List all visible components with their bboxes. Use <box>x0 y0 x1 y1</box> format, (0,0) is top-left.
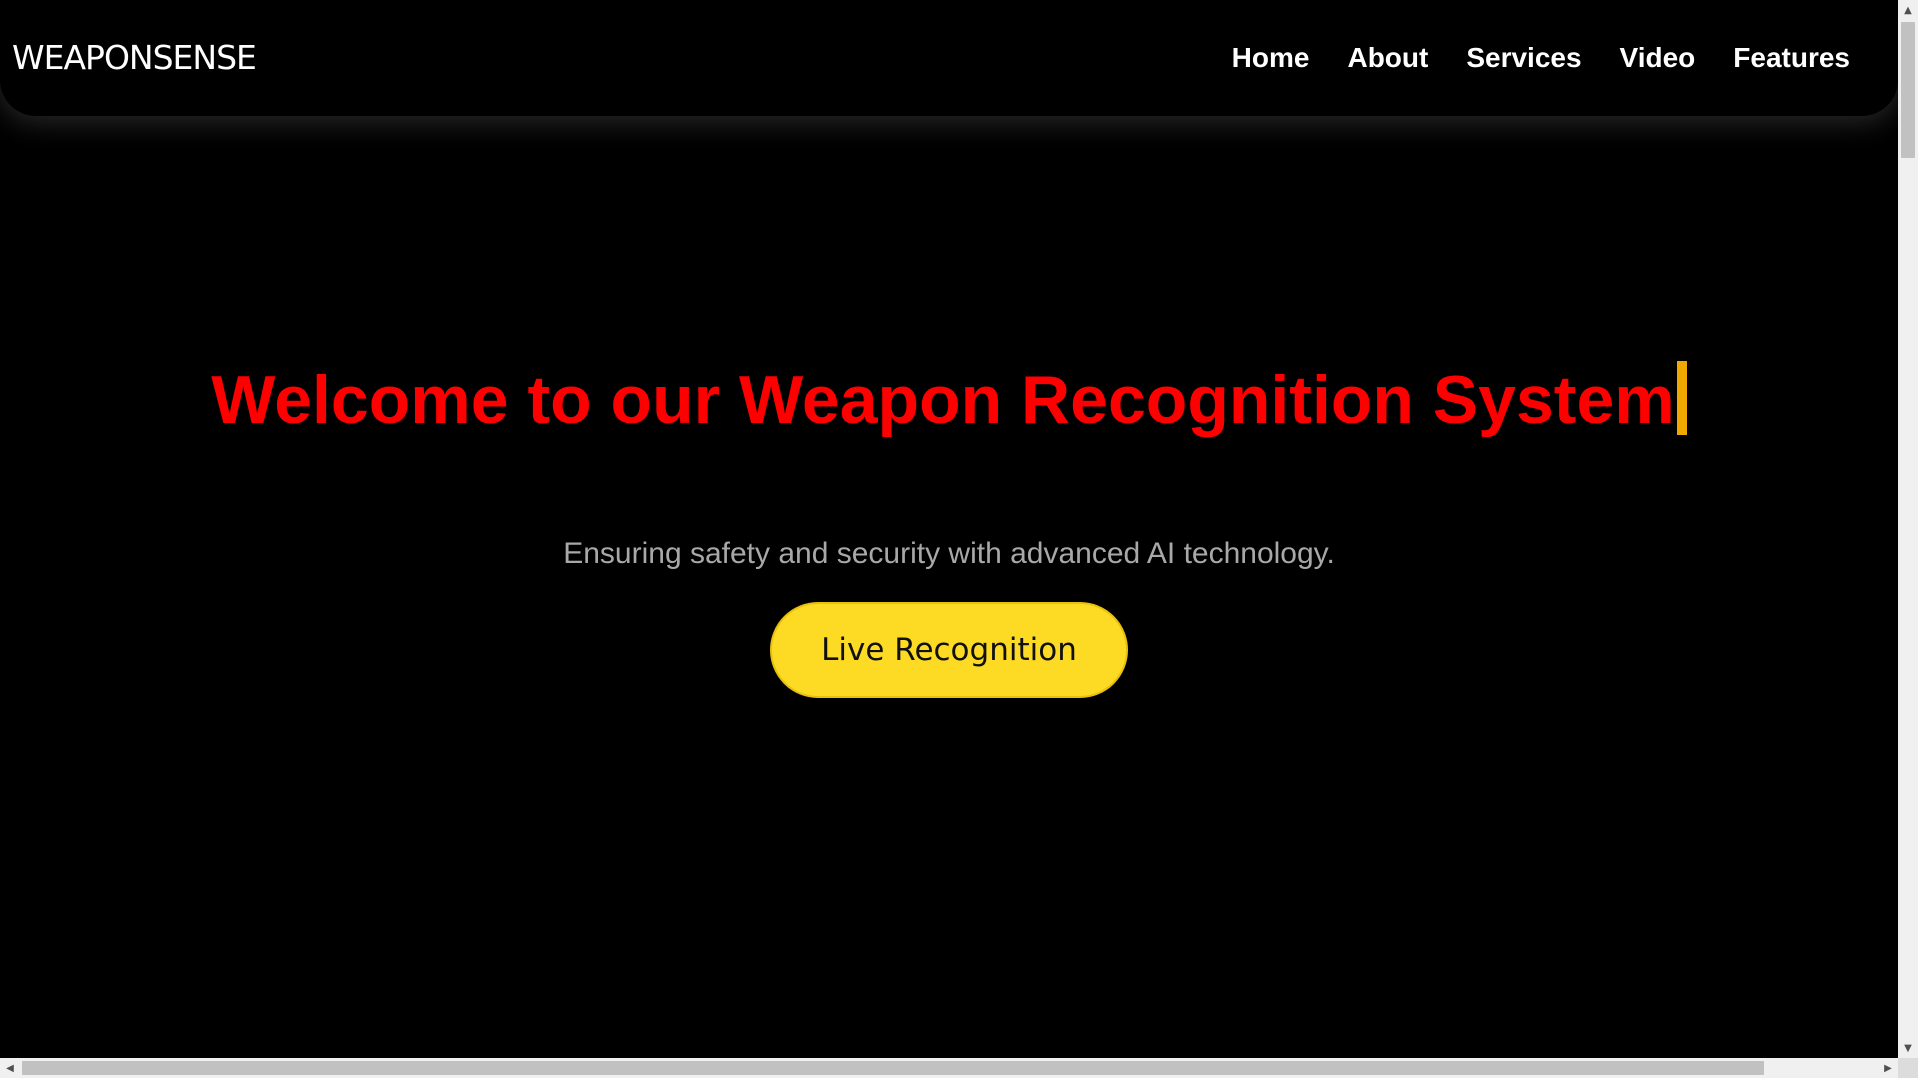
live-recognition-button[interactable]: Live Recognition <box>770 602 1128 698</box>
nav-link-home[interactable]: Home <box>1232 38 1310 78</box>
typing-caret <box>1676 361 1687 435</box>
hero-section: Welcome to our Weapon Recognition System… <box>0 116 1898 1058</box>
nav-link-features[interactable]: Features <box>1733 38 1850 78</box>
nav-link-about[interactable]: About <box>1347 38 1428 78</box>
hero-title-text: Welcome to our Weapon Recognition System <box>211 362 1675 438</box>
nav-links: Home About Services Video Features <box>1232 38 1850 78</box>
horizontal-scrollbar[interactable]: ◀ ▶ <box>0 1058 1898 1078</box>
nav-link-video[interactable]: Video <box>1620 38 1696 78</box>
arrow-up-icon[interactable]: ▲ <box>1898 0 1918 20</box>
arrow-down-icon[interactable]: ▼ <box>1898 1038 1918 1058</box>
hero-title: Welcome to our Weapon Recognition System <box>0 358 1898 442</box>
nav-link-services[interactable]: Services <box>1466 38 1581 78</box>
page-viewport: WEAPONSENSE Home About Services Video Fe… <box>0 0 1898 1058</box>
vertical-scroll-thumb[interactable] <box>1901 22 1915 158</box>
arrow-right-icon[interactable]: ▶ <box>1878 1058 1898 1078</box>
horizontal-scroll-thumb[interactable] <box>22 1061 1764 1075</box>
arrow-left-icon[interactable]: ◀ <box>0 1058 20 1078</box>
hero-subtitle: Ensuring safety and security with advanc… <box>563 537 1335 570</box>
vertical-scrollbar[interactable]: ▲ ▼ <box>1898 0 1918 1058</box>
site-logo[interactable]: WEAPONSENSE <box>12 36 257 80</box>
scrollbar-corner <box>1898 1058 1918 1078</box>
navbar: WEAPONSENSE Home About Services Video Fe… <box>0 0 1898 116</box>
